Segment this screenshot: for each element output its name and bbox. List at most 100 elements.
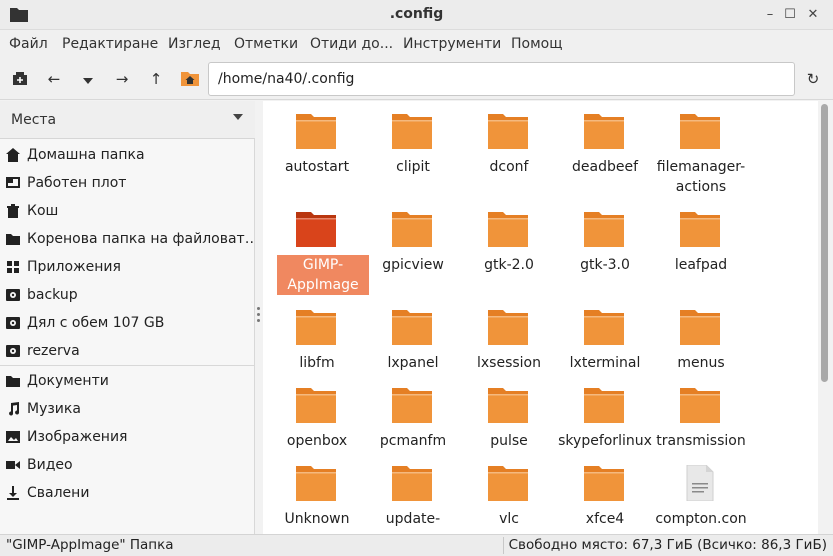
folder-item[interactable]: lxterminal — [557, 297, 653, 387]
folder-item[interactable]: leafpad — [653, 199, 749, 289]
folder-icon — [680, 114, 720, 149]
sidebar-item[interactable]: Приложения — [0, 253, 255, 281]
folder-item[interactable]: GIMP-AppImage — [269, 199, 369, 295]
sidebar-item[interactable]: Видео — [0, 451, 255, 479]
reload-icon: ↻ — [806, 70, 820, 88]
folder-item[interactable]: update- — [365, 453, 461, 534]
arrow-right-icon: → — [115, 70, 129, 88]
home-icon — [6, 148, 20, 162]
folder-icon — [680, 310, 720, 345]
file-name: lxpanel — [387, 355, 439, 371]
minimize-button[interactable]: – — [760, 5, 780, 25]
file-name: gtk-2.0 — [484, 257, 534, 273]
sidebar-item[interactable]: backup — [0, 281, 255, 309]
sidebar-item-label: rezerva — [27, 343, 80, 359]
folder-item[interactable]: deadbeef — [557, 101, 653, 191]
sidebar: Места Домашна папка Работен плот Кош Корено… — [0, 101, 255, 534]
menu-bookmarks[interactable]: Отметки — [234, 36, 298, 52]
folder-item[interactable]: gtk-3.0 — [557, 199, 653, 289]
file-name: pulse — [490, 433, 528, 449]
file-name: skypeforlinux — [558, 433, 652, 449]
toolbar: ← → ↑ /home/na40/.config ↻ — [0, 58, 833, 100]
desktop-icon — [6, 177, 20, 188]
free-space-status: Свободно място: 67,3 ГиБ (Всичко: 86,3 Г… — [508, 537, 827, 553]
new-tab-icon — [13, 72, 27, 85]
folder-item[interactable]: menus — [653, 297, 749, 387]
folder-item[interactable]: pulse — [461, 375, 557, 465]
file-name: pcmanfm — [379, 433, 447, 449]
sidebar-item[interactable]: Свалени — [0, 479, 255, 507]
menu-go[interactable]: Отиди до... — [310, 36, 393, 52]
folder-item[interactable]: lxsession — [461, 297, 557, 387]
file-name: libfm — [299, 355, 335, 371]
file-name: openbox — [286, 433, 348, 449]
selection-status: "GIMP-AppImage" Папка — [6, 537, 174, 553]
reload-button[interactable]: ↻ — [800, 66, 826, 92]
folder-item[interactable]: pcmanfm — [365, 375, 461, 465]
file-item[interactable]: compton.con — [653, 453, 749, 534]
folder-item[interactable]: lxpanel — [365, 297, 461, 387]
folder-icon — [584, 466, 624, 501]
folder-icon — [584, 310, 624, 345]
sidebar-item[interactable]: Коренова папка на файловат… — [0, 225, 255, 253]
menu-edit[interactable]: Редактиране — [62, 36, 158, 52]
folder-item[interactable]: dconf — [461, 101, 557, 191]
drive-icon — [6, 289, 20, 301]
folder-item[interactable]: Unknown — [269, 453, 365, 534]
home-button[interactable] — [177, 66, 203, 92]
path-input[interactable]: /home/na40/.config — [208, 62, 795, 96]
file-name: deadbeef — [571, 159, 638, 175]
menu-file[interactable]: Файл — [9, 36, 48, 52]
folder-item[interactable]: gpicview — [365, 199, 461, 289]
folder-item[interactable]: clipit — [365, 101, 461, 191]
menu-view[interactable]: Изглед — [168, 36, 221, 52]
scrollbar-thumb[interactable] — [821, 104, 828, 382]
new-tab-button[interactable] — [7, 66, 33, 92]
sidebar-item-label: Приложения — [27, 259, 121, 275]
file-name: xfce4 — [585, 511, 625, 527]
sidebar-item[interactable]: Работен плот — [0, 169, 255, 197]
folder-item[interactable]: libfm — [269, 297, 365, 387]
back-button[interactable]: ← — [41, 66, 67, 92]
sidebar-item-label: Видео — [27, 457, 73, 473]
folder-item[interactable]: transmission — [653, 375, 749, 465]
chevron-down-icon — [83, 78, 93, 84]
maximize-button[interactable]: ☐ — [780, 5, 800, 25]
sidebar-item[interactable]: Домашна папка — [0, 141, 255, 169]
title-bar: .config – ☐ ✕ — [0, 0, 833, 30]
sidebar-item[interactable]: Кош — [0, 197, 255, 225]
file-name: update- — [385, 511, 441, 527]
folder-item[interactable]: autostart — [269, 101, 365, 191]
sidebar-item[interactable]: rezerva — [0, 337, 255, 365]
history-dropdown-button[interactable] — [75, 66, 101, 92]
file-name: lxsession — [477, 355, 541, 371]
vertical-scrollbar[interactable] — [818, 101, 833, 534]
folder-item[interactable]: xfce4 — [557, 453, 653, 534]
menu-help[interactable]: Помощ — [511, 36, 562, 52]
arrow-up-icon: ↑ — [149, 70, 163, 88]
up-button[interactable]: ↑ — [143, 66, 169, 92]
pictures-icon — [6, 431, 20, 443]
places-title: Места — [11, 112, 57, 128]
folder-item[interactable]: skypeforlinux — [557, 375, 653, 465]
folder-icon — [488, 466, 528, 501]
forward-button[interactable]: → — [109, 66, 135, 92]
menu-tools[interactable]: Инструменти — [403, 36, 501, 52]
status-divider — [503, 537, 504, 554]
folder-icon — [584, 388, 624, 423]
pane-splitter[interactable] — [257, 307, 261, 323]
folder-item[interactable]: gtk-2.0 — [461, 199, 557, 289]
home-folder-icon — [181, 72, 199, 86]
folder-item[interactable]: vlc — [461, 453, 557, 534]
places-selector[interactable]: Места — [0, 101, 255, 139]
folder-item[interactable]: filemanager-actions — [653, 101, 749, 195]
folder-item[interactable]: openbox — [269, 375, 365, 465]
apps-icon — [7, 261, 19, 273]
sidebar-item[interactable]: Дял с обем 107 GB — [0, 309, 255, 337]
sidebar-item[interactable]: Документи — [0, 367, 255, 395]
sidebar-item[interactable]: Музика — [0, 395, 255, 423]
sidebar-item-label: Документи — [27, 373, 109, 389]
close-button[interactable]: ✕ — [803, 5, 823, 25]
file-name: vlc — [499, 511, 519, 527]
sidebar-item[interactable]: Изображения — [0, 423, 255, 451]
